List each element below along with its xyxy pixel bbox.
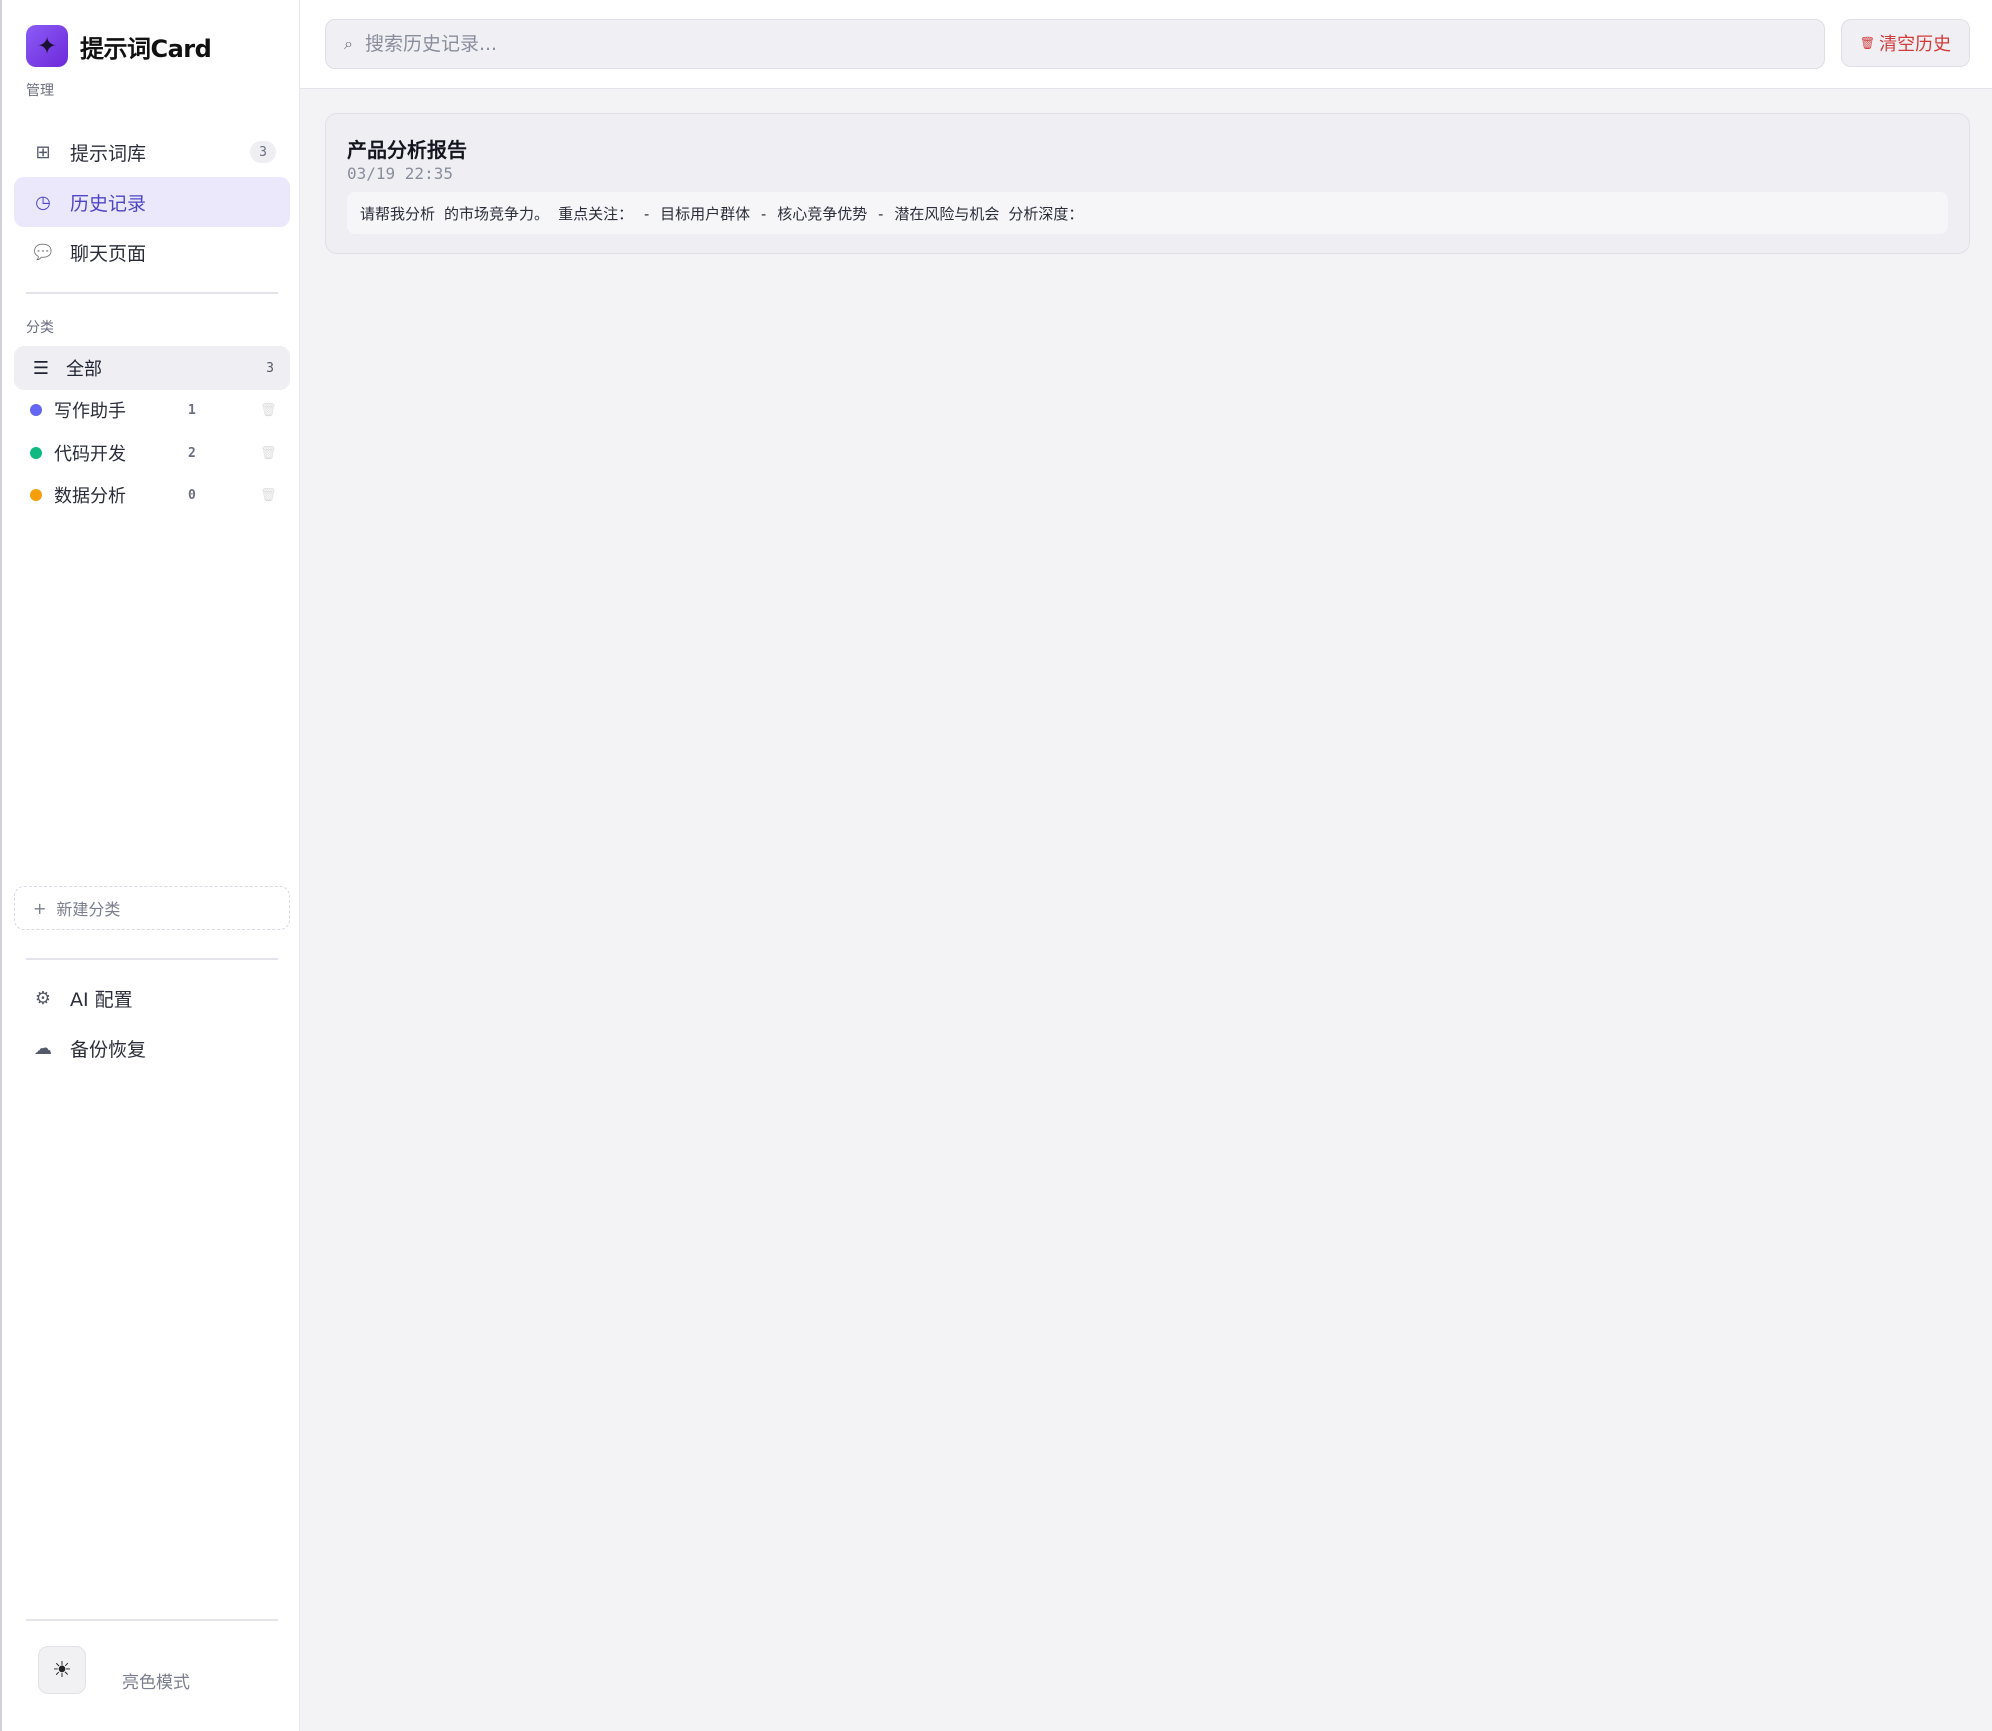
sidebar-item-label: 提示词库 bbox=[70, 142, 147, 165]
sidebar-item-ai-config[interactable]: ⚙ AI 配置 bbox=[14, 973, 290, 1023]
category-item-code[interactable]: 代码开发 2 🗑 bbox=[14, 433, 290, 473]
history-preview: 请帮我分析 的市场竞争力。 重点关注： - 目标用户群体 - 核心竞争优势 - … bbox=[347, 192, 1948, 234]
category-count: 3 bbox=[266, 360, 274, 376]
category-count: 2 bbox=[188, 445, 196, 461]
theme-toggle-button[interactable]: ☀ bbox=[38, 1646, 86, 1694]
category-color-dot bbox=[30, 447, 42, 459]
search-input[interactable] bbox=[364, 33, 1765, 55]
new-category-button[interactable]: + 新建分类 bbox=[14, 886, 290, 930]
sidebar-item-label: 备份恢复 bbox=[70, 1038, 147, 1061]
sidebar-item-chat[interactable]: 💬 聊天页面 bbox=[14, 227, 290, 277]
chat-bubble-icon: 💬 bbox=[33, 243, 53, 261]
category-label: 全部 bbox=[66, 359, 102, 380]
category-color-dot bbox=[30, 489, 42, 501]
sidebar-item-label: AI 配置 bbox=[70, 988, 133, 1011]
theme-label: 亮色模式 bbox=[122, 1673, 190, 1693]
trash-icon[interactable]: 🗑 bbox=[260, 403, 277, 418]
category-count: 0 bbox=[188, 487, 196, 503]
clear-history-label: 清空历史 bbox=[1879, 34, 1952, 55]
gear-icon: ⚙ bbox=[34, 987, 52, 1009]
category-count: 1 bbox=[188, 402, 196, 418]
trash-icon[interactable]: 🗑 bbox=[260, 446, 277, 461]
brand[interactable]: ✦ 提示词Card bbox=[26, 24, 212, 68]
search-icon: ⌕ bbox=[344, 34, 353, 53]
main-content: ⌕ 🗑 清空历史 产品分析报告 03/19 22:35 请帮我分析 的市场竞争力… bbox=[300, 0, 1992, 1731]
history-title: 产品分析报告 bbox=[347, 138, 467, 162]
app-window: ✦ 提示词Card 管理 ⊞ 提示词库 3 ◷ 历史记录 💬 聊天页面 分类 ☰… bbox=[0, 0, 1992, 1731]
history-timestamp: 03/19 22:35 bbox=[347, 164, 453, 183]
divider bbox=[26, 1619, 278, 1621]
sidebar-item-history[interactable]: ◷ 历史记录 bbox=[14, 177, 290, 227]
clear-history-button[interactable]: 🗑 清空历史 bbox=[1841, 19, 1970, 67]
plus-icon: + bbox=[33, 898, 47, 918]
sparkle-logo-icon: ✦ bbox=[26, 25, 68, 67]
cloud-icon: ☁ bbox=[34, 1037, 52, 1059]
top-bar: ⌕ 🗑 清空历史 bbox=[300, 0, 1992, 89]
sidebar-item-label: 聊天页面 bbox=[70, 242, 147, 265]
new-category-label: 新建分类 bbox=[56, 900, 121, 919]
category-label: 数据分析 bbox=[54, 486, 126, 507]
category-label: 写作助手 bbox=[54, 401, 126, 422]
trash-icon[interactable]: 🗑 bbox=[260, 488, 277, 503]
list-icon: ☰ bbox=[32, 357, 50, 379]
trash-icon: 🗑 bbox=[1859, 36, 1876, 50]
section-label-manage: 管理 bbox=[26, 83, 54, 99]
count-badge: 3 bbox=[250, 141, 276, 163]
sun-icon: ☀ bbox=[52, 1657, 72, 1683]
category-label: 代码开发 bbox=[54, 444, 126, 465]
category-all[interactable]: ☰ 全部 3 bbox=[14, 346, 290, 390]
history-card[interactable]: 产品分析报告 03/19 22:35 请帮我分析 的市场竞争力。 重点关注： -… bbox=[325, 113, 1970, 254]
category-color-dot bbox=[30, 404, 42, 416]
category-item-writing[interactable]: 写作助手 1 🗑 bbox=[14, 390, 290, 430]
sidebar: ✦ 提示词Card 管理 ⊞ 提示词库 3 ◷ 历史记录 💬 聊天页面 分类 ☰… bbox=[0, 0, 300, 1731]
sidebar-item-label: 历史记录 bbox=[70, 192, 147, 215]
section-label-category: 分类 bbox=[26, 320, 54, 336]
search-box[interactable]: ⌕ bbox=[325, 19, 1825, 69]
divider bbox=[26, 292, 278, 294]
category-item-data[interactable]: 数据分析 0 🗑 bbox=[14, 475, 290, 515]
app-name: 提示词Card bbox=[80, 34, 212, 63]
divider bbox=[26, 958, 278, 960]
sidebar-item-backup[interactable]: ☁ 备份恢复 bbox=[14, 1023, 290, 1073]
clock-icon: ◷ bbox=[35, 191, 51, 213]
grid-icon: ⊞ bbox=[35, 141, 51, 163]
sidebar-item-prompt-library[interactable]: ⊞ 提示词库 3 bbox=[14, 127, 290, 177]
